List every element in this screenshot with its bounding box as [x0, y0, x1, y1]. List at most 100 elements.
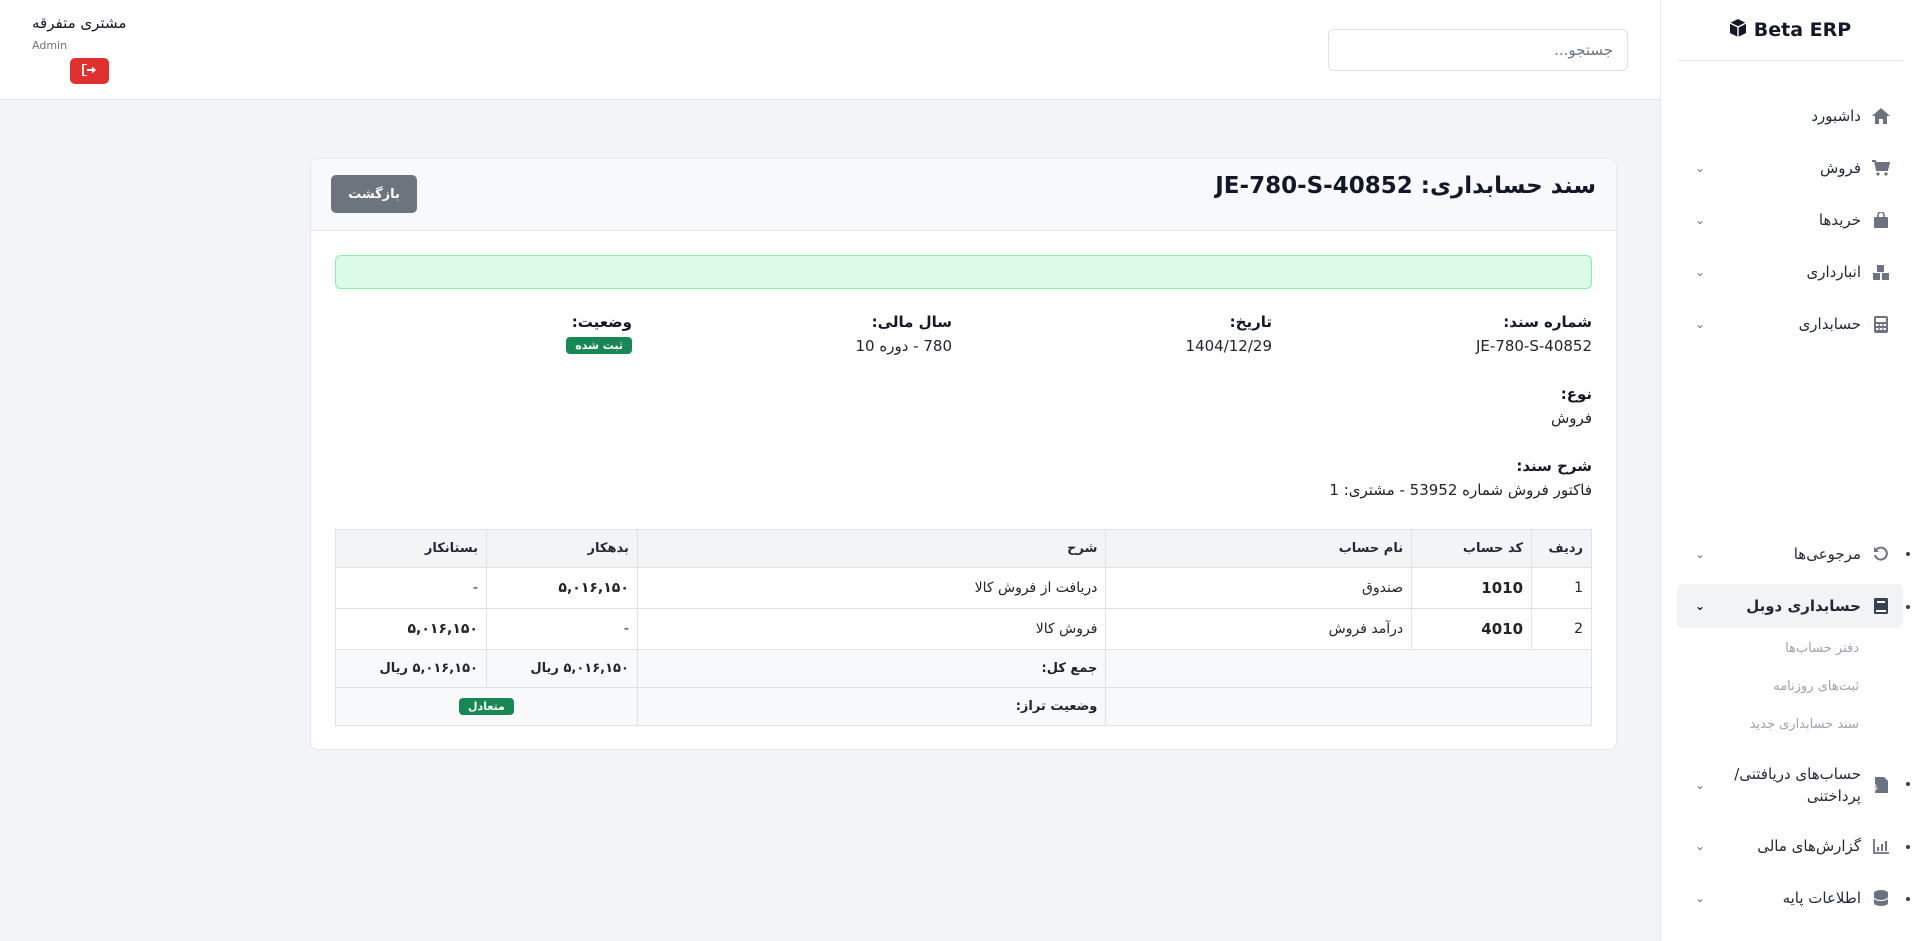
cell-row: 1	[1531, 567, 1592, 609]
cell-account-name: درآمد فروش	[1105, 608, 1413, 650]
chevron-down-icon[interactable]: ⌄	[1691, 839, 1705, 853]
cell-row: 2	[1531, 608, 1592, 650]
back-button[interactable]: بازگشت	[331, 175, 417, 213]
chevron-down-icon[interactable]: ⌄	[1691, 317, 1705, 331]
cell-account-code: 1010	[1411, 567, 1533, 609]
total-label: جمع کل:	[636, 649, 1107, 688]
nav-bullet	[1906, 782, 1910, 786]
nav-base-info[interactable]: اطلاعات پایه ⌄	[1677, 876, 1903, 920]
topbar: مشتری متفرقه Admin	[0, 0, 1660, 100]
chevron-down-icon[interactable]: ⌄	[1691, 547, 1705, 561]
cube-icon	[1728, 18, 1748, 43]
calculator-icon	[1871, 315, 1891, 333]
field-status: وضعیت: ثبت شده	[566, 313, 632, 354]
balance-row: وضعیت تراز: متعادل	[335, 687, 1592, 726]
nav-label: حسابداری دوبل	[1746, 596, 1861, 615]
field-label: سال مالی:	[871, 313, 952, 331]
nav-bullet	[1906, 845, 1910, 849]
cell-description: فروش کالا	[636, 608, 1107, 650]
field-date: تاریخ: 1404/12/29	[1186, 313, 1272, 355]
cell-description: دریافت از فروش کالا	[636, 567, 1107, 609]
brand-divider	[1677, 60, 1903, 61]
cell-account-name: صندوق	[1105, 567, 1413, 609]
table-row: 2 4010 درآمد فروش فروش کالا - ۵,۰۱۶,۱۵۰	[335, 608, 1592, 650]
chevron-down-icon[interactable]: ⌄	[1691, 213, 1705, 227]
nav-label: انبارداری	[1806, 262, 1861, 281]
field-value: 780 - دوره 10	[855, 337, 952, 355]
brand[interactable]: Beta ERP	[1660, 14, 1919, 46]
sign-out-icon	[82, 62, 97, 79]
journal-entry-card: سند حسابداری: JE-780-S-40852 بازگشت شمار…	[310, 158, 1617, 750]
field-label: شماره سند:	[1503, 313, 1592, 331]
success-alert	[335, 255, 1592, 289]
logout-button[interactable]	[70, 58, 109, 84]
nav-bullet	[1906, 605, 1910, 609]
card-header: سند حسابداری: JE-780-S-40852 بازگشت	[311, 159, 1616, 231]
nav-returns[interactable]: مرجوعی‌ها ⌄	[1677, 532, 1903, 576]
invoice-icon: $	[1871, 777, 1891, 793]
nav-financial-reports[interactable]: گزارش‌های مالی ⌄	[1677, 824, 1903, 868]
cell-debit: -	[485, 608, 638, 650]
field-fiscal-year: سال مالی: 780 - دوره 10	[856, 313, 952, 355]
sidebar: Beta ERP داشبورد فروش ⌄ خریدها ⌄ انباردا…	[1660, 0, 1919, 941]
undo-icon	[1871, 546, 1891, 562]
nav-purchases[interactable]: خریدها ⌄	[1677, 198, 1903, 242]
column-header: نام حساب	[1105, 529, 1413, 568]
nav-label: خریدها	[1818, 210, 1861, 229]
column-header: ردیف	[1531, 529, 1592, 568]
field-value: 1404/12/29	[1185, 337, 1272, 355]
nav-double-entry[interactable]: حسابداری دوبل ⌄	[1677, 584, 1903, 628]
search-input[interactable]	[1328, 29, 1628, 71]
nav-receivables-payables[interactable]: $ حساب‌های دریافتنی/پرداختنی ⌄	[1677, 756, 1903, 814]
status-badge: ثبت شده	[566, 337, 632, 354]
cell-debit: ۵,۰۱۶,۱۵۰	[485, 567, 638, 609]
column-header: کد حساب	[1411, 529, 1533, 568]
nav-label: اطلاعات پایه	[1782, 888, 1861, 907]
subnav-ledger[interactable]: دفتر حساب‌ها	[1719, 634, 1859, 662]
total-debit: ۵,۰۱۶,۱۵۰ ریال	[485, 649, 638, 688]
bag-icon	[1871, 212, 1891, 228]
chevron-down-icon[interactable]: ⌄	[1691, 599, 1705, 613]
nav-label: حساب‌های دریافتنی/پرداختنی	[1734, 764, 1861, 806]
column-header: بستانکار	[335, 529, 487, 568]
field-label: تاریخ:	[1229, 313, 1272, 331]
journal-lines-table: ردیف کد حساب نام حساب شرح بدهکار بستانکا…	[335, 529, 1592, 726]
subnav-journal[interactable]: ثبت‌های روزنامه	[1719, 672, 1859, 700]
nav-bullet	[1906, 897, 1910, 901]
chevron-down-icon[interactable]: ⌄	[1691, 778, 1705, 792]
chevron-down-icon[interactable]: ⌄	[1691, 891, 1705, 905]
nav-dashboard[interactable]: داشبورد	[1677, 94, 1903, 138]
field-type: نوع: فروش	[1551, 385, 1592, 427]
user-name: مشتری متفرقه	[32, 14, 127, 32]
field-description: شرح سند: فاکتور فروش شماره 53952 - مشتری…	[1329, 457, 1592, 499]
column-header: بدهکار	[485, 529, 638, 568]
brand-name: Beta ERP	[1753, 19, 1852, 41]
nav-bullet	[1906, 552, 1910, 556]
cart-icon	[1871, 160, 1891, 176]
field-value: JE-780-S-40852	[1475, 337, 1592, 355]
chevron-down-icon[interactable]: ⌄	[1691, 265, 1705, 279]
field-value: فروش	[1550, 409, 1592, 427]
table-header-row: ردیف کد حساب نام حساب شرح بدهکار بستانکا…	[335, 529, 1592, 568]
table-row: 1 1010 صندوق دریافت از فروش کالا ۵,۰۱۶,۱…	[335, 567, 1592, 609]
nav-inventory[interactable]: انبارداری ⌄	[1677, 250, 1903, 294]
svg-text:$: $	[1875, 783, 1878, 792]
page-title: سند حسابداری: JE-780-S-40852	[1215, 173, 1596, 199]
field-label: شرح سند:	[1516, 457, 1592, 475]
chevron-down-icon[interactable]: ⌄	[1691, 161, 1705, 175]
nav-label: فروش	[1819, 158, 1861, 177]
nav-sales[interactable]: فروش ⌄	[1677, 146, 1903, 190]
home-icon	[1871, 108, 1891, 124]
total-row: جمع کل: ۵,۰۱۶,۱۵۰ ریال ۵,۰۱۶,۱۵۰ ریال	[335, 649, 1592, 688]
cell-credit: ۵,۰۱۶,۱۵۰	[335, 608, 487, 650]
column-header: شرح	[636, 529, 1107, 568]
total-credit: ۵,۰۱۶,۱۵۰ ریال	[335, 649, 487, 688]
nav-accounting[interactable]: حسابداری ⌄	[1677, 302, 1903, 346]
nav-label: مرجوعی‌ها	[1793, 544, 1861, 563]
book-icon	[1871, 598, 1891, 614]
cell-credit: -	[335, 567, 487, 609]
balance-label: وضعیت تراز:	[636, 687, 1107, 726]
nav-label: حسابداری	[1798, 314, 1861, 333]
cell-account-code: 4010	[1411, 608, 1533, 650]
subnav-new-voucher[interactable]: سند حسابداری جدید	[1719, 710, 1859, 738]
